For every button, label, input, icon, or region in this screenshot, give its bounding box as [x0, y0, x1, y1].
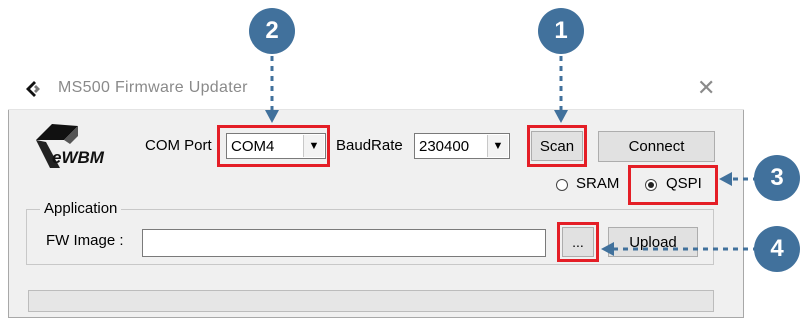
app-icon — [26, 81, 40, 97]
fw-image-input[interactable] — [142, 229, 546, 257]
window-title: MS500 Firmware Updater — [58, 79, 248, 96]
highlight-browse — [557, 222, 599, 262]
step-badge-3: 3 — [754, 155, 800, 201]
logo-text: eWBM — [52, 148, 104, 167]
baudrate-select[interactable]: 230400 ▼ — [414, 133, 510, 159]
upload-button[interactable]: Upload — [608, 227, 698, 257]
application-group-title: Application — [40, 200, 122, 217]
sram-radio[interactable] — [556, 179, 568, 191]
com-port-label: COM Port — [145, 137, 212, 154]
upload-progress-bar — [28, 290, 714, 312]
highlight-scan — [527, 125, 587, 167]
step-badge-2: 2 — [249, 8, 295, 54]
chevron-down-icon[interactable]: ▼ — [487, 135, 508, 157]
connect-button[interactable]: Connect — [598, 131, 715, 162]
sram-label: SRAM — [576, 175, 620, 192]
baudrate-value: 230400 — [419, 138, 470, 155]
baudrate-label: BaudRate — [336, 137, 403, 154]
fw-image-label: FW Image : — [46, 232, 124, 249]
close-icon[interactable]: ✕ — [697, 74, 715, 102]
step-badge-4: 4 — [754, 226, 800, 272]
highlight-com-port — [217, 125, 330, 167]
highlight-qspi — [628, 165, 718, 205]
step-badge-1: 1 — [538, 8, 584, 54]
